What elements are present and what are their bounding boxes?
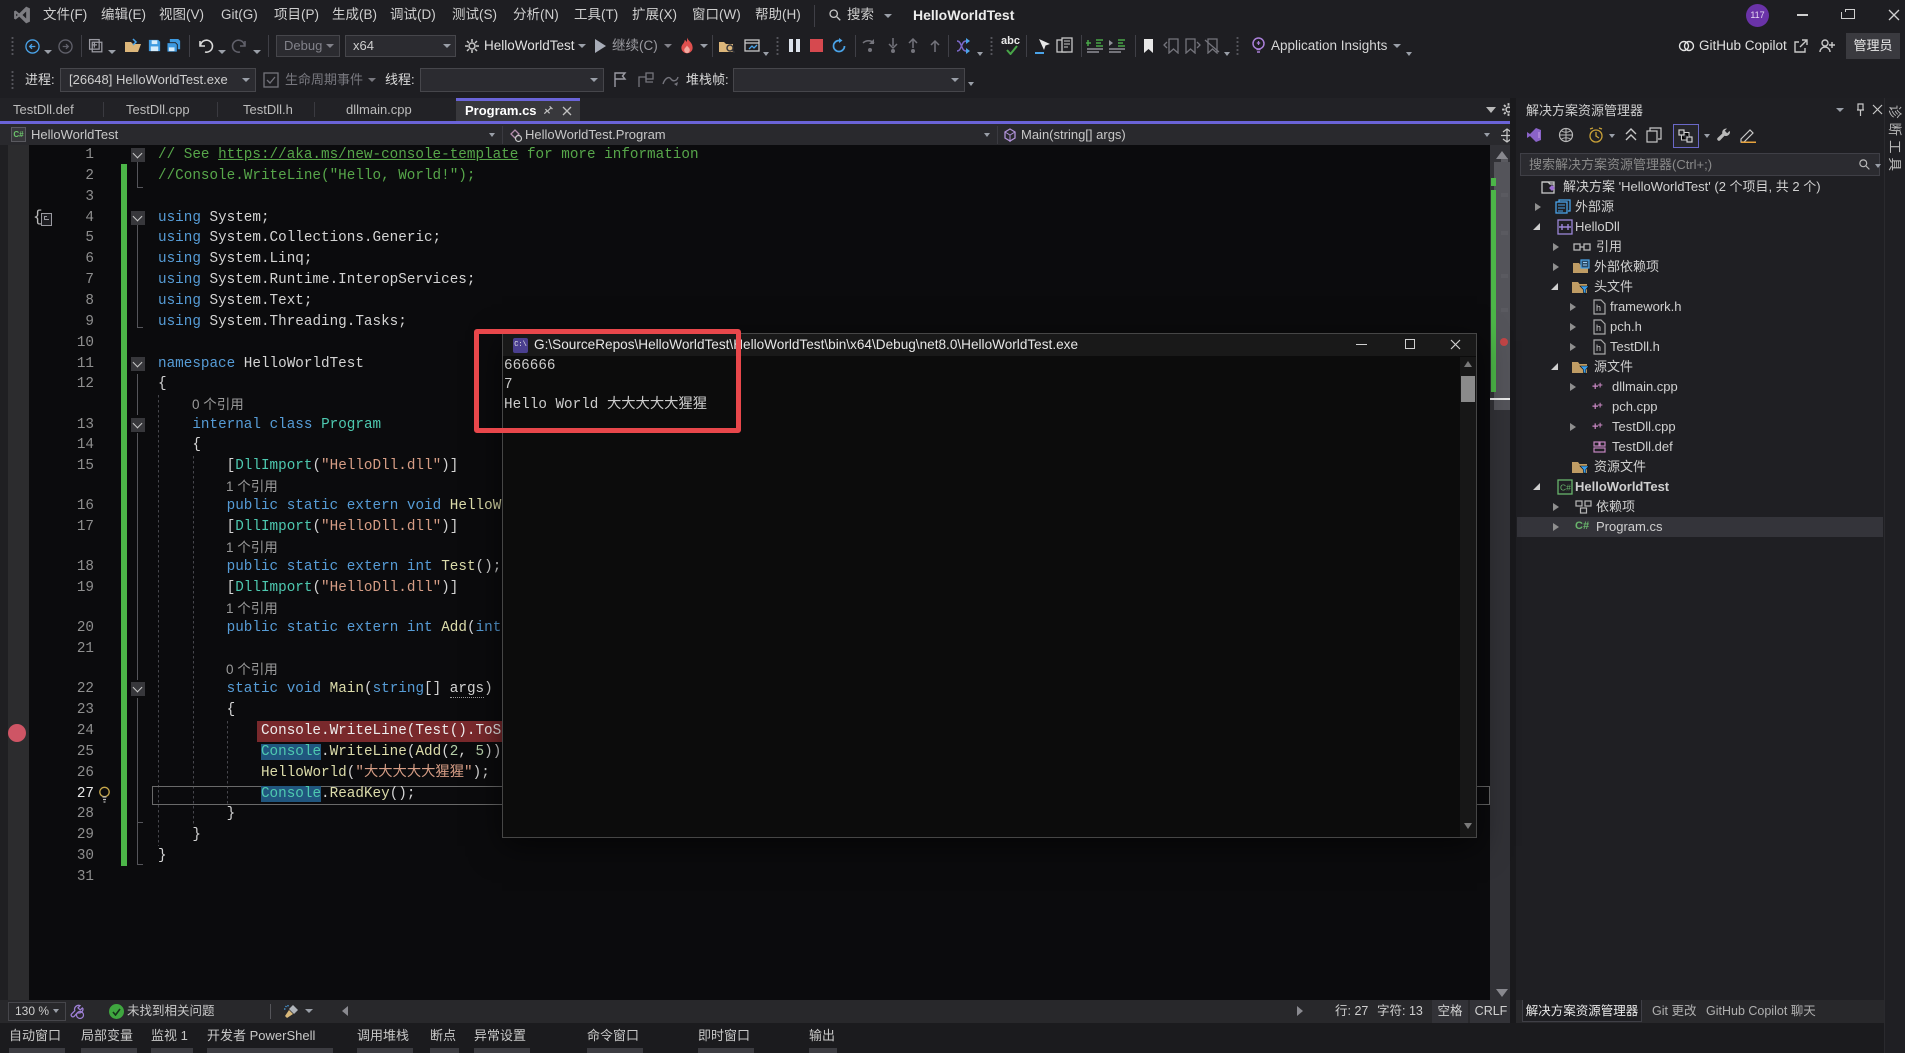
svg-text:C#: C# [1560,483,1571,493]
svg-text:h: h [1596,323,1601,333]
svg-text:h: h [1596,343,1601,353]
svg-text:h: h [1596,303,1601,313]
